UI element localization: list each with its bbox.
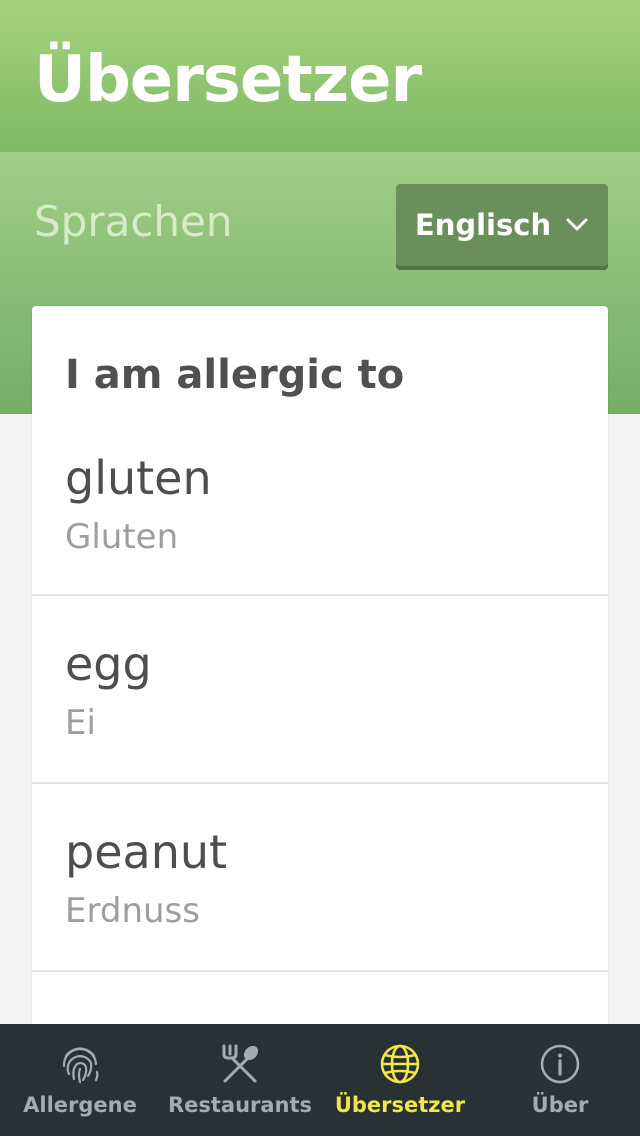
tab-uebersetzer[interactable]: Übersetzer <box>320 1024 480 1136</box>
title-bar: Übersetzer <box>0 0 640 152</box>
tab-allergene[interactable]: Allergene <box>0 1024 160 1136</box>
fingerprint-icon <box>62 1047 99 1084</box>
language-dropdown-value: Englisch <box>414 208 552 242</box>
allergen-translation: peanut <box>65 825 228 879</box>
info-icon <box>540 1044 580 1084</box>
tab-label: Übersetzer <box>334 1093 466 1117</box>
tab-label: Restaurants <box>167 1093 313 1117</box>
chevron-down-icon <box>566 218 588 231</box>
globe-icon <box>380 1044 420 1084</box>
tab-ueber[interactable]: Über <box>480 1024 640 1136</box>
language-dropdown[interactable]: Englisch <box>396 184 608 266</box>
tab-label: Über <box>531 1093 589 1117</box>
page-title: Übersetzer <box>34 43 422 117</box>
tab-label: Allergene <box>23 1093 137 1117</box>
translator-screen: Übersetzer Sprachen Englisch I am allerg… <box>0 0 640 1136</box>
allergen-original: Gluten <box>65 517 179 557</box>
fork-spoon-icon <box>222 1044 259 1083</box>
allergen-translation: egg <box>65 637 152 691</box>
allergy-card: I am allergic to gluten Gluten egg Ei pe… <box>32 306 608 1066</box>
card-title: I am allergic to <box>65 352 405 398</box>
allergen-item-peanut[interactable]: peanut Erdnuss <box>32 784 608 972</box>
language-label: Sprachen <box>34 197 233 246</box>
allergen-item-gluten[interactable]: gluten Gluten <box>32 406 608 596</box>
allergen-item-egg[interactable]: egg Ei <box>32 596 608 784</box>
allergen-original: Ei <box>65 703 96 743</box>
tab-restaurants[interactable]: Restaurants <box>160 1024 320 1136</box>
allergen-translation: gluten <box>65 451 212 505</box>
allergen-original: Erdnuss <box>65 891 200 931</box>
tab-bar: Allergene Restaurants Übersetzer Über <box>0 1024 640 1136</box>
